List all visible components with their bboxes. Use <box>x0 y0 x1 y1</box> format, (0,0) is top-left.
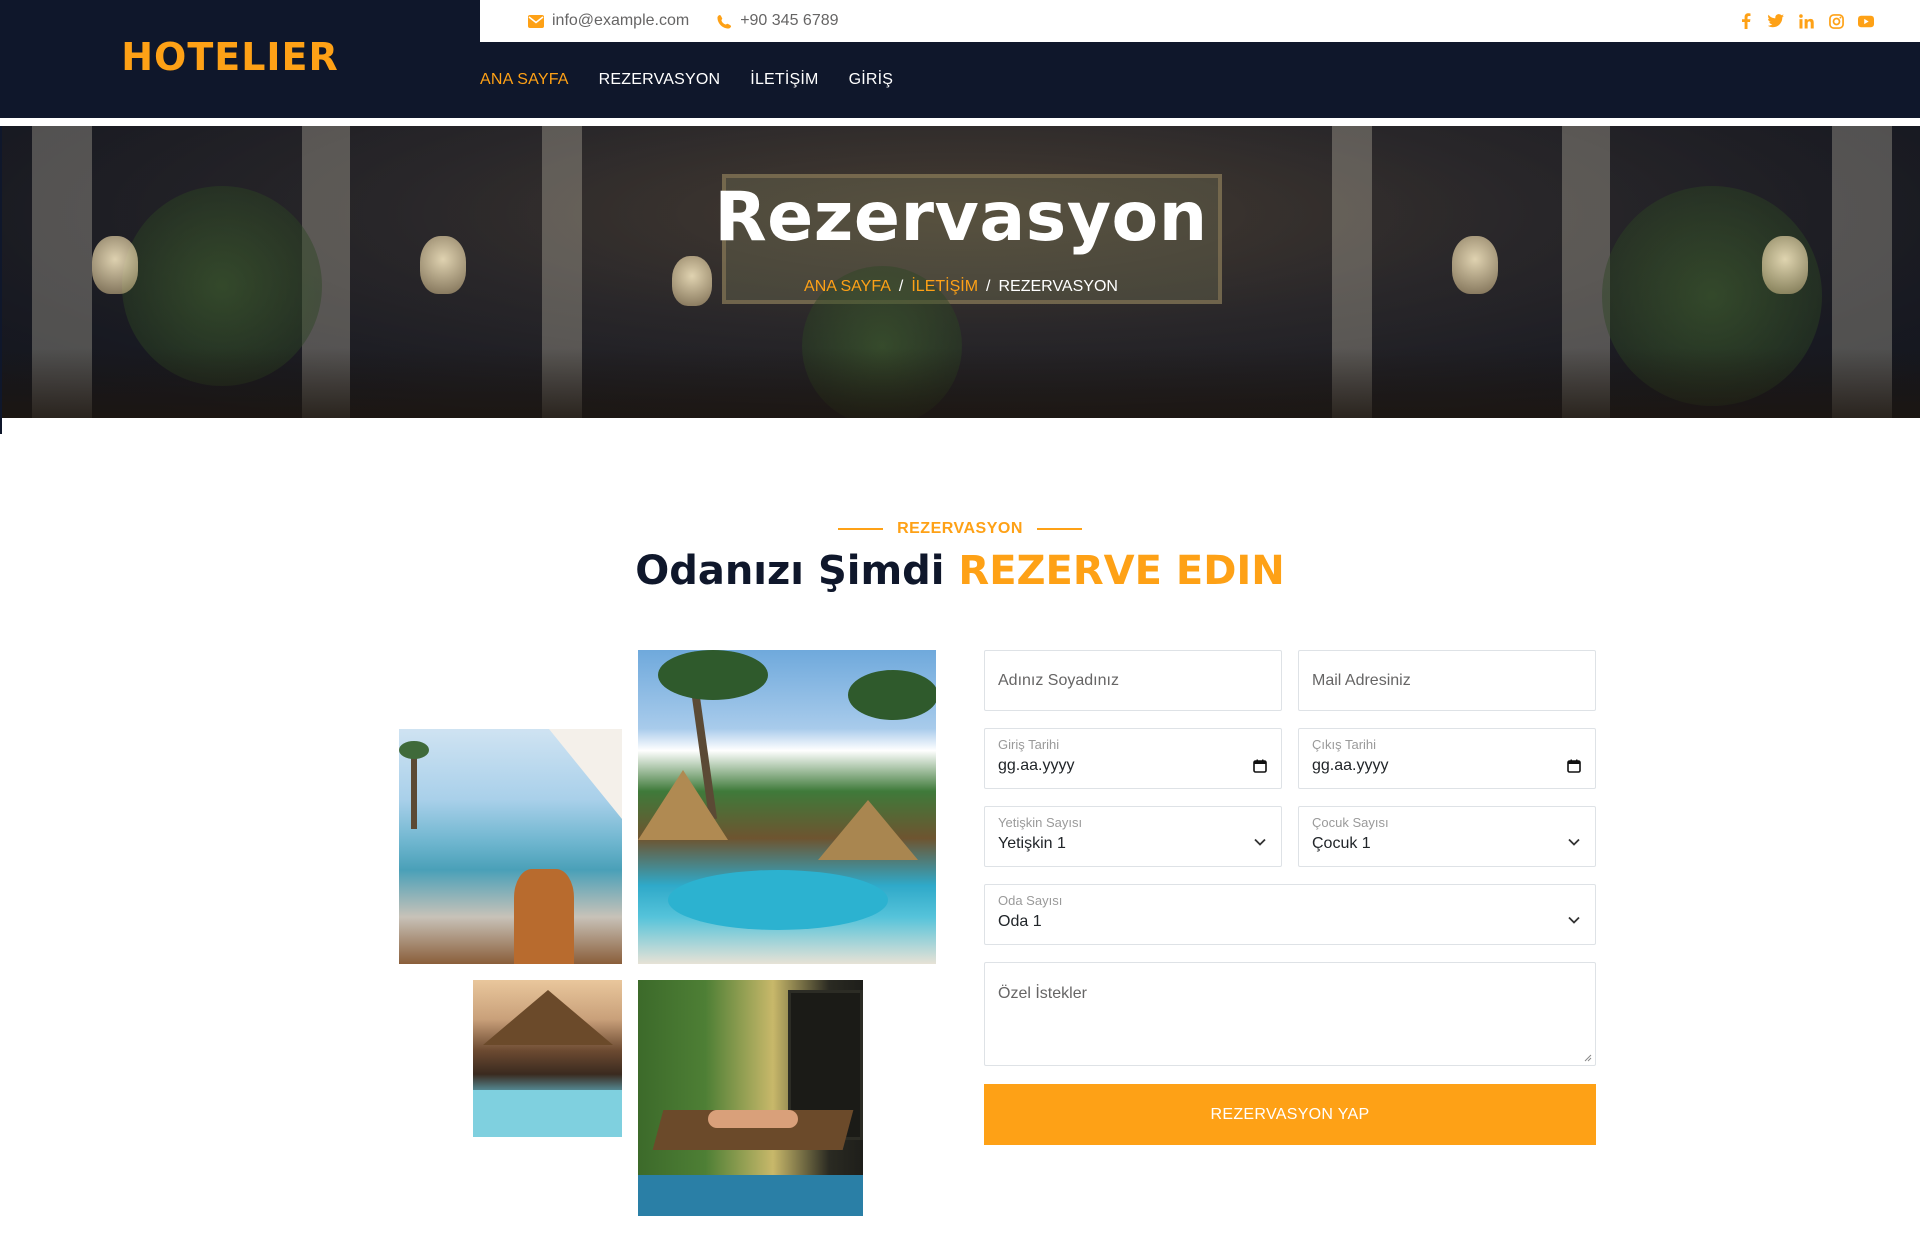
email-field-placeholder: Mail Adresiniz <box>1312 672 1411 689</box>
adults-value: Yetişkin 1 <box>998 835 1066 852</box>
photo-palm <box>399 741 429 759</box>
chevron-down-icon <box>1568 838 1580 846</box>
nav-item-reservation[interactable]: REZERVASYON <box>599 71 721 89</box>
contact-email[interactable]: info@example.com <box>528 12 689 30</box>
kicker-line-right <box>1036 528 1082 530</box>
section-kicker: REZERVASYON <box>0 520 1920 538</box>
page-title: Rezervasyon <box>714 178 1208 257</box>
checkin-value: gg.aa.yyyy <box>998 757 1075 774</box>
name-field-placeholder: Adınız Soyadınız <box>998 672 1119 689</box>
checkin-date-field[interactable]: Giriş Tarihi gg.aa.yyyy <box>984 728 1282 789</box>
phone-icon <box>717 14 732 29</box>
children-value: Çocuk 1 <box>1312 835 1371 852</box>
breadcrumb-link-contact[interactable]: İLETİŞİM <box>911 278 978 295</box>
kicker-line-left <box>838 528 884 530</box>
checkout-date-field[interactable]: Çıkış Tarihi gg.aa.yyyy <box>1298 728 1596 789</box>
rooms-select[interactable]: Oda Sayısı Oda 1 <box>984 884 1596 945</box>
contact-phone[interactable]: +90 345 6789 <box>717 12 839 30</box>
linkedin-icon[interactable] <box>1798 13 1814 29</box>
name-field[interactable]: Adınız Soyadınız <box>984 650 1282 711</box>
photo-person <box>708 1110 798 1128</box>
rooms-label: Oda Sayısı <box>998 893 1063 908</box>
chevron-down-icon <box>1254 838 1266 846</box>
checkout-value: gg.aa.yyyy <box>1312 757 1389 774</box>
twitter-icon[interactable] <box>1768 13 1784 29</box>
gallery-photo-poolside-lounger <box>638 980 863 1216</box>
photo-palm <box>411 749 417 829</box>
section-title: Odanızı Şimdi REZERVE EDIN <box>0 548 1920 594</box>
photo-palm <box>848 670 936 720</box>
site-header: HOTELIER info@example.com +90 345 6789 A… <box>0 0 1920 118</box>
contact-phone-text: +90 345 6789 <box>740 12 839 29</box>
instagram-icon[interactable] <box>1828 13 1844 29</box>
breadcrumb-separator: / <box>898 278 904 295</box>
facebook-icon[interactable] <box>1738 13 1754 29</box>
chevron-down-icon <box>1568 916 1580 924</box>
checkin-label: Giriş Tarihi <box>998 737 1060 752</box>
page-hero-banner: Rezervasyon ANA SAYFA / İLETİŞİM / REZERVASY… <box>2 126 1920 418</box>
photo-pool <box>638 1175 863 1216</box>
breadcrumb-link-home[interactable]: ANA SAYFA <box>804 278 891 295</box>
gallery-photo-beach-pool <box>399 729 622 964</box>
photo-roof <box>483 990 613 1045</box>
photo-pool <box>668 870 888 930</box>
rooms-value: Oda 1 <box>998 913 1042 930</box>
photo-umbrella <box>549 729 622 819</box>
children-label: Çocuk Sayısı <box>1312 815 1389 830</box>
gallery-photo-resort-pool <box>638 650 936 964</box>
calendar-icon[interactable] <box>1567 759 1581 773</box>
resize-handle-icon[interactable] <box>1582 1052 1592 1062</box>
submit-reservation-button[interactable]: REZERVASYON YAP <box>984 1084 1596 1145</box>
section-kicker-text: REZERVASYON <box>897 520 1023 537</box>
photo-hut-roof <box>818 800 918 860</box>
brand-block[interactable]: HOTELIER <box>0 0 480 118</box>
hero-floor-shade <box>2 348 1920 418</box>
breadcrumb: ANA SAYFA / İLETİŞİM / REZERVASYON <box>2 278 1920 296</box>
section-title-accent: REZERVE EDIN <box>958 548 1285 594</box>
brand-logo[interactable]: HOTELIER <box>121 35 339 79</box>
adults-label: Yetişkin Sayısı <box>998 815 1083 830</box>
contact-email-text: info@example.com <box>552 12 690 29</box>
main-nav: ANA SAYFA REZERVASYON İLETİŞİM GİRİŞ <box>480 42 923 118</box>
photo-person <box>514 869 574 964</box>
photo-pool <box>473 1090 622 1137</box>
adults-select[interactable]: Yetişkin Sayısı Yetişkin 1 <box>984 806 1282 867</box>
breadcrumb-separator: / <box>986 278 991 295</box>
nav-item-contact[interactable]: İLETİŞİM <box>750 71 818 89</box>
top-bar: info@example.com +90 345 6789 <box>480 0 1920 42</box>
email-field[interactable]: Mail Adresiniz <box>1298 650 1596 711</box>
nav-item-home[interactable]: ANA SAYFA <box>480 71 569 89</box>
section-title-plain: Odanızı Şimdi <box>635 548 945 594</box>
special-requests-placeholder: Özel İstekler <box>998 985 1087 1002</box>
breadcrumb-current: REZERVASYON <box>998 278 1118 295</box>
photo-palm <box>658 650 768 700</box>
calendar-icon[interactable] <box>1253 759 1267 773</box>
special-requests-textarea[interactable]: Özel İstekler <box>984 962 1596 1066</box>
social-links <box>1738 0 1874 42</box>
gallery-photo-water-villa <box>473 980 622 1137</box>
children-select[interactable]: Çocuk Sayısı Çocuk 1 <box>1298 806 1596 867</box>
youtube-icon[interactable] <box>1858 13 1874 29</box>
nav-item-login[interactable]: GİRİŞ <box>849 71 894 89</box>
checkout-label: Çıkış Tarihi <box>1312 737 1377 752</box>
envelope-icon <box>528 14 544 28</box>
